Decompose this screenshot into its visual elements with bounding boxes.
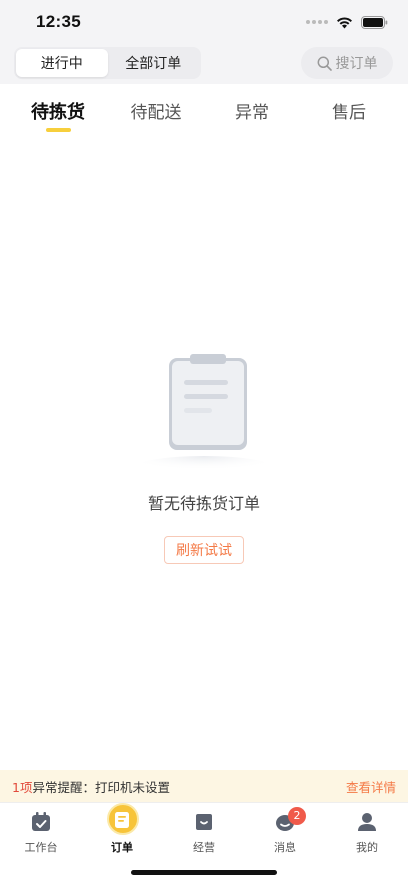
empty-message: 暂无待拣货订单 (147, 494, 260, 513)
nav-business[interactable]: 经营 (174, 809, 234, 855)
tab-pending-delivery[interactable]: 待配送 (116, 98, 196, 123)
orders-icon (115, 812, 129, 828)
order-search[interactable]: 搜订单 (301, 47, 393, 79)
nav-messages[interactable]: 2 消息 (255, 807, 315, 855)
order-status-tabs: 待拣货 待配送 异常 售后 (0, 84, 408, 136)
battery-icon (361, 15, 388, 29)
active-tab-indicator (46, 128, 71, 132)
nav-orders[interactable]: 订单 (92, 803, 152, 855)
segment-in-progress[interactable]: 进行中 (16, 49, 108, 77)
nav-workbench[interactable]: 工作台 (11, 809, 71, 855)
nav-profile[interactable]: 我的 (337, 809, 397, 855)
business-icon (196, 814, 212, 830)
tab-after-sales[interactable]: 售后 (309, 98, 389, 123)
workbench-icon (32, 812, 50, 831)
exception-alert-bar[interactable]: 1项 异常提醒：打印机未设置 查看详情 (0, 770, 408, 802)
status-icons (306, 14, 388, 30)
orders-header: 进行中 全部订单 搜订单 (0, 44, 408, 84)
alert-count: 1项 (12, 779, 33, 795)
nav-label-messages: 消息 (274, 841, 296, 854)
view-details-link[interactable]: 查看详情 (346, 777, 396, 796)
tab-exception[interactable]: 异常 (212, 98, 292, 123)
refresh-button[interactable]: 刷新试试 (164, 536, 244, 564)
nav-label-profile: 我的 (356, 841, 378, 854)
tab-pending-picking[interactable]: 待拣货 (18, 98, 98, 124)
alert-text: 异常提醒：打印机未设置 (32, 779, 170, 795)
message-badge: 2 (288, 807, 306, 825)
wifi-icon (337, 16, 352, 28)
status-time: 12:35 (36, 12, 81, 31)
profile-icon (358, 813, 376, 831)
cellular-signal-icon (306, 20, 328, 24)
search-placeholder: 搜订单 (335, 56, 378, 72)
status-bar: 12:35 (0, 0, 408, 44)
order-scope-segment: 进行中 全部订单 (14, 47, 201, 79)
nav-label-orders: 订单 (111, 841, 133, 854)
nav-label-business: 经营 (193, 841, 215, 854)
empty-clipboard-icon (134, 354, 274, 480)
search-icon (317, 56, 332, 71)
empty-state: 暂无待拣货订单 刷新试试 (0, 340, 408, 564)
segment-all-orders[interactable]: 全部订单 (108, 49, 200, 77)
nav-label-workbench: 工作台 (24, 841, 58, 854)
home-indicator (131, 870, 277, 875)
